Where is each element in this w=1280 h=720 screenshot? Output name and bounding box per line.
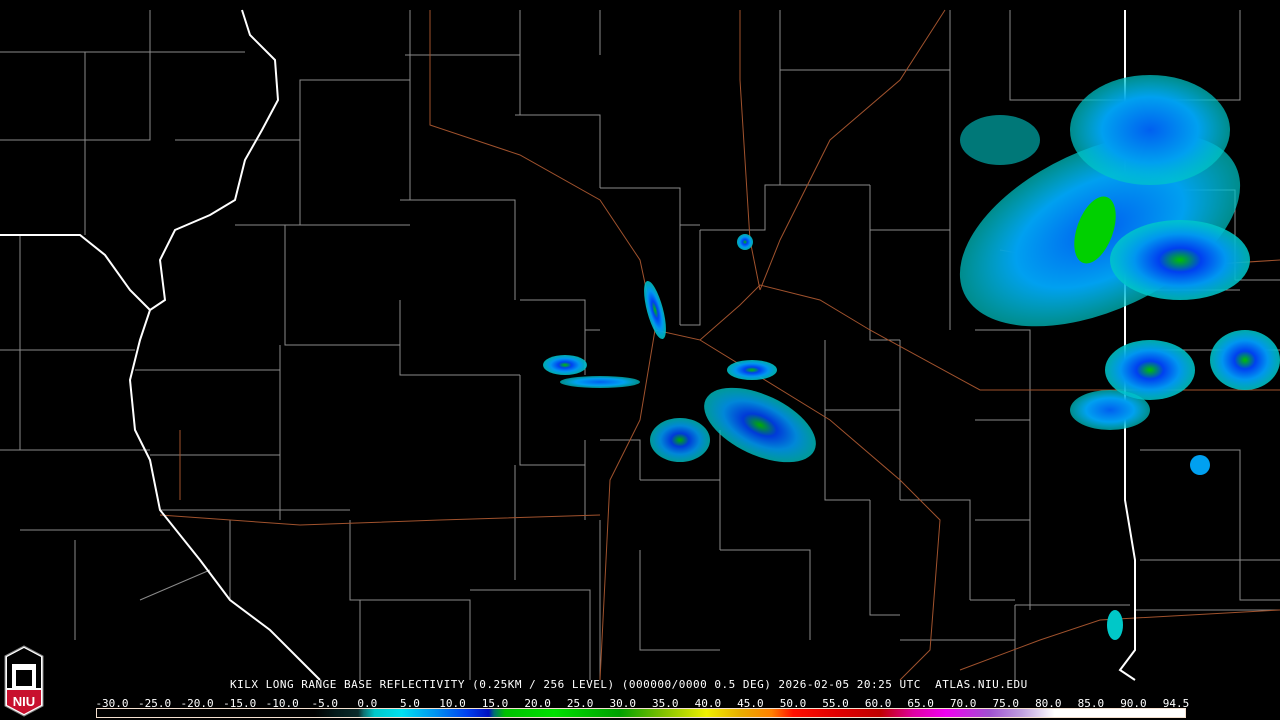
radar-echoes	[543, 75, 1280, 640]
radar-map-view: NIU KILX LONG RANGE BASE REFLECTIVITY (0…	[0, 0, 1280, 720]
map-canvas	[0, 9, 1280, 681]
reflectivity-colorbar	[96, 708, 1186, 718]
product-title: KILX LONG RANGE BASE REFLECTIVITY (0.25K…	[230, 678, 1028, 691]
state-borders	[0, 9, 1136, 681]
